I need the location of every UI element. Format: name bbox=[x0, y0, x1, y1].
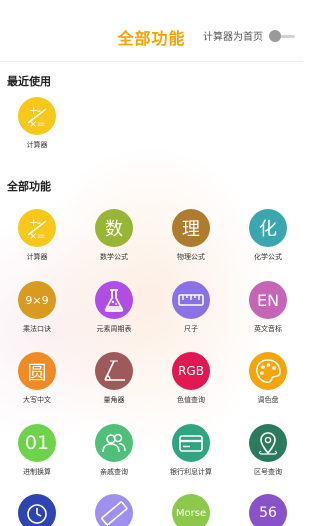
item-label: 计算器 bbox=[26, 253, 48, 261]
item-label: 色值查询 bbox=[177, 396, 205, 404]
item-label: 区号查询 bbox=[254, 468, 282, 476]
item-numbers[interactable]: 56 bbox=[233, 494, 303, 526]
item-physics-formula[interactable]: 理 物理公式 bbox=[156, 209, 226, 262]
calculator-icon: + - × = bbox=[18, 97, 56, 135]
item-ruler[interactable]: 尺子 bbox=[156, 281, 226, 334]
item-label: 量角器 bbox=[103, 396, 125, 404]
people-icon bbox=[95, 424, 133, 462]
toggle-knob bbox=[269, 29, 281, 42]
palette-icon bbox=[249, 352, 287, 390]
item-label: 元素周期表 bbox=[96, 325, 132, 333]
calculator-icon: + - × = bbox=[18, 209, 56, 247]
home-setting-label: 计算器为首页 bbox=[203, 32, 263, 43]
yuan-text-icon: 圆 bbox=[18, 352, 56, 390]
item-relatives[interactable]: 亲戚查询 bbox=[79, 424, 149, 477]
map-pin-icon bbox=[249, 424, 287, 462]
item-label: 乘法口诀 bbox=[23, 325, 51, 333]
rgb-text-icon: RGB bbox=[172, 352, 210, 390]
item-label: 数学公式 bbox=[100, 253, 128, 261]
chemistry-text-icon: 化 bbox=[249, 209, 287, 247]
icon-text: Morse bbox=[175, 507, 207, 519]
item-color-value[interactable]: RGB 色值查询 bbox=[156, 352, 226, 405]
item-label: 进制换算 bbox=[23, 468, 51, 476]
icon-text: RGB bbox=[178, 364, 204, 378]
ruler-diagonal-icon bbox=[95, 494, 133, 526]
all-section-title: 全部功能 bbox=[7, 180, 51, 193]
icon-text: 理 bbox=[182, 219, 200, 240]
svg-text:=: = bbox=[37, 119, 45, 130]
item-english-phonetics[interactable]: EN 英文音标 bbox=[233, 281, 303, 334]
item-label: 调色盘 bbox=[257, 396, 279, 404]
item-chinese-capital[interactable]: 圆 大写中文 bbox=[2, 352, 72, 405]
item-label: 物理公式 bbox=[177, 253, 205, 261]
bank-card-icon bbox=[172, 424, 210, 462]
english-text-icon: EN bbox=[249, 281, 287, 319]
icon-text: 9×9 bbox=[25, 293, 49, 307]
item-label: 化学公式 bbox=[254, 253, 282, 261]
item-math-formula[interactable]: 数 数学公式 bbox=[79, 209, 149, 262]
physics-text-icon: 理 bbox=[172, 209, 210, 247]
app-header: 全部功能 计算器为首页 bbox=[0, 0, 303, 62]
ruler-icon bbox=[172, 281, 210, 319]
recent-section-title: 最近使用 bbox=[7, 75, 51, 88]
numbers-text-icon: 56 bbox=[249, 494, 287, 526]
item-label: 大写中文 bbox=[23, 396, 51, 404]
item-timer[interactable] bbox=[2, 494, 72, 526]
item-palette[interactable]: 调色盘 bbox=[233, 352, 303, 405]
item-bank-interest[interactable]: 银行利息计算 bbox=[156, 424, 226, 477]
item-label: 计算器 bbox=[26, 141, 48, 149]
timer-icon bbox=[18, 494, 56, 526]
item-multiplication-table[interactable]: 9×9 乘法口诀 bbox=[2, 281, 72, 334]
icon-text: 56 bbox=[259, 505, 277, 521]
flask-icon bbox=[95, 281, 133, 319]
icon-text: 01 bbox=[24, 432, 50, 454]
recent-item-calculator[interactable]: + - × = 计算器 bbox=[2, 97, 72, 150]
binary-text-icon: 01 bbox=[18, 424, 56, 462]
item-label: 亲戚查询 bbox=[100, 468, 128, 476]
item-base-conversion[interactable]: 01 进制换算 bbox=[2, 424, 72, 477]
protractor-icon bbox=[95, 352, 133, 390]
icon-text: 化 bbox=[259, 219, 277, 240]
icon-text: 圆 bbox=[27, 361, 47, 384]
home-toggle[interactable] bbox=[269, 29, 295, 42]
icon-text: 数 bbox=[105, 219, 123, 240]
morse-text-icon: Morse bbox=[172, 494, 210, 526]
item-periodic-table[interactable]: 元素周期表 bbox=[79, 281, 149, 334]
item-label: 银行利息计算 bbox=[170, 468, 212, 476]
svg-text:=: = bbox=[37, 231, 45, 242]
item-calculator[interactable]: + - × = 计算器 bbox=[2, 209, 72, 262]
item-area-code[interactable]: 区号查询 bbox=[233, 424, 303, 477]
item-label: 尺子 bbox=[184, 325, 198, 333]
item-label: 英文音标 bbox=[254, 325, 282, 333]
item-morse[interactable]: Morse bbox=[156, 494, 226, 526]
icon-text: EN bbox=[256, 290, 280, 310]
home-setting: 计算器为首页 bbox=[203, 28, 295, 43]
item-protractor[interactable]: 量角器 bbox=[79, 352, 149, 405]
item-ruler-diagonal[interactable] bbox=[79, 494, 149, 526]
item-chemistry-formula[interactable]: 化 化学公式 bbox=[233, 209, 303, 262]
math-text-icon: 数 bbox=[95, 209, 133, 247]
multiplication-text-icon: 9×9 bbox=[18, 281, 56, 319]
